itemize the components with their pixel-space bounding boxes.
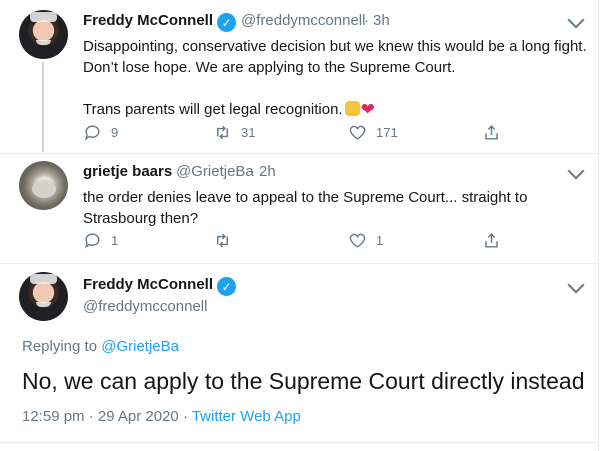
tweet-text-line: the order denies leave to appeal to the … bbox=[83, 189, 528, 206]
author-name[interactable]: grietje baars bbox=[83, 163, 172, 180]
divider bbox=[0, 263, 598, 264]
reply-button[interactable]: 1 bbox=[83, 231, 118, 250]
author-handle[interactable]: @freddymcconnell bbox=[83, 298, 207, 315]
replying-to-handle[interactable]: @GrietjeBa bbox=[101, 338, 179, 355]
like-count: 1 bbox=[376, 233, 384, 248]
tweet-text: Disappointing, conservative decision but… bbox=[83, 36, 587, 120]
avatar[interactable] bbox=[19, 272, 68, 321]
retweet-count: 31 bbox=[241, 125, 256, 140]
chevron-down-icon[interactable] bbox=[567, 162, 585, 180]
dot-separator: · bbox=[250, 163, 255, 180]
reply-icon bbox=[85, 233, 100, 249]
like-count: 171 bbox=[376, 125, 398, 140]
reply-button[interactable]: 9 bbox=[83, 123, 118, 142]
replying-to: Replying to @GrietjeBa bbox=[22, 338, 179, 355]
share-icon bbox=[485, 233, 498, 248]
tweet-time[interactable]: 3h bbox=[373, 12, 390, 29]
verified-badge-icon: ✓ bbox=[217, 277, 236, 296]
avatar[interactable] bbox=[19, 10, 68, 59]
timestamp-text[interactable]: 12:59 pm · 29 Apr 2020 · bbox=[22, 408, 188, 425]
tweet-timestamp: 12:59 pm · 29 Apr 2020 · Twitter Web App bbox=[22, 408, 301, 425]
share-icon bbox=[485, 125, 498, 140]
reply-count: 1 bbox=[111, 233, 119, 248]
verified-badge-icon: ✓ bbox=[217, 13, 236, 32]
reply-icon bbox=[85, 125, 100, 141]
reply-count: 9 bbox=[111, 125, 119, 140]
avatar[interactable] bbox=[19, 161, 68, 210]
heart-icon bbox=[349, 233, 366, 248]
divider bbox=[0, 442, 598, 443]
author-name[interactable]: Freddy McConnell bbox=[83, 12, 213, 29]
red-heart-emoji: ❤ bbox=[360, 100, 375, 119]
like-button[interactable]: 1 bbox=[348, 231, 383, 250]
tweet-time[interactable]: 2h bbox=[259, 163, 276, 180]
share-button[interactable] bbox=[482, 231, 510, 250]
retweet-button[interactable]: 31 bbox=[213, 123, 255, 142]
author-handle[interactable]: @freddymcconnell bbox=[241, 12, 365, 29]
tweet-text-line: Disappointing, conservative decision but… bbox=[83, 38, 587, 55]
raised-fist-emoji bbox=[344, 101, 360, 116]
thread-line bbox=[42, 62, 44, 152]
author-name[interactable]: Freddy McConnell bbox=[83, 276, 213, 293]
tweet-text-line: Strasbourg then? bbox=[83, 210, 199, 227]
tweet-thread: Freddy McConnell ✓ @freddymcconnell · 3h… bbox=[0, 0, 599, 451]
client-link[interactable]: Twitter Web App bbox=[192, 408, 301, 425]
main-tweet-text: No, we can apply to the Supreme Court di… bbox=[22, 368, 585, 394]
like-button[interactable]: 171 bbox=[348, 123, 398, 142]
dot-separator: · bbox=[364, 12, 369, 29]
heart-icon bbox=[349, 125, 366, 140]
chevron-down-icon[interactable] bbox=[567, 276, 585, 294]
author-handle[interactable]: @GrietjeBa bbox=[176, 163, 254, 180]
tweet-text-line: Don’t lose hope. We are applying to the … bbox=[83, 59, 456, 76]
replying-to-label: Replying to bbox=[22, 338, 98, 355]
share-button[interactable] bbox=[482, 123, 510, 142]
retweet-button[interactable] bbox=[213, 231, 241, 250]
retweet-icon bbox=[217, 125, 228, 140]
tweet-text-line: Trans parents will get legal recognition… bbox=[83, 100, 375, 119]
tweet-text: the order denies leave to appeal to the … bbox=[83, 187, 527, 229]
retweet-icon bbox=[217, 233, 228, 248]
divider bbox=[0, 153, 598, 154]
chevron-down-icon[interactable] bbox=[567, 11, 585, 29]
